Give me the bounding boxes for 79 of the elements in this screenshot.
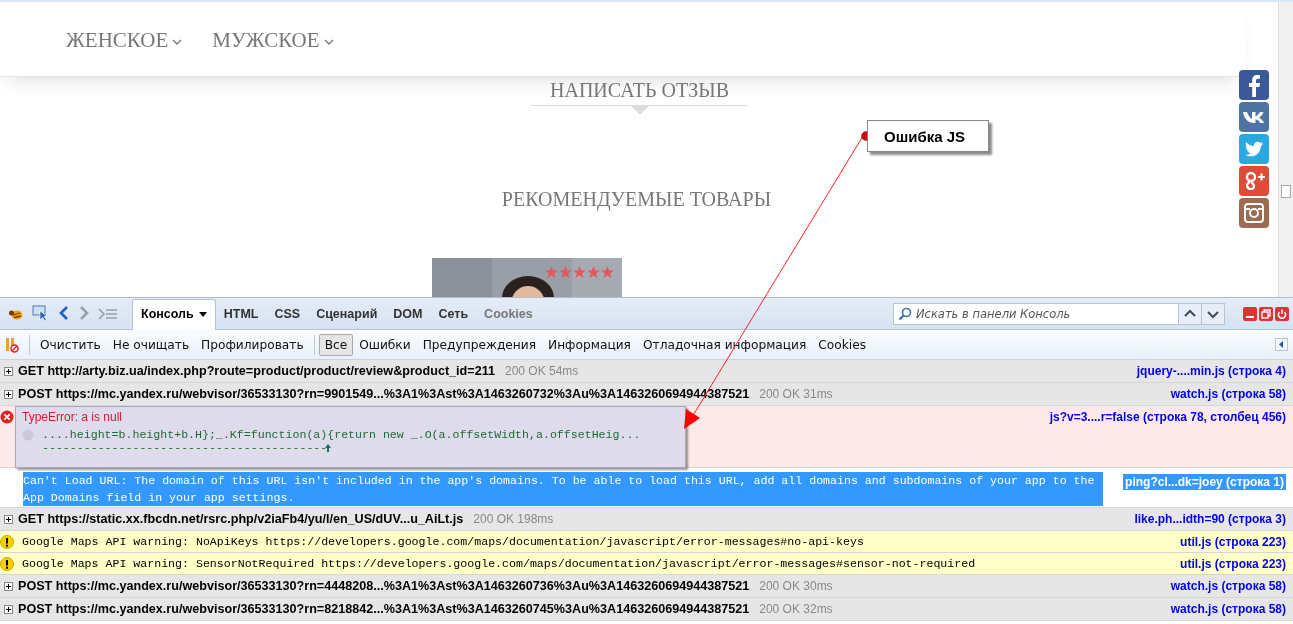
review-link[interactable]: НАПИСАТЬ ОТЗЫВ <box>531 79 748 106</box>
request-status: 200 OK 32ms <box>759 602 833 616</box>
request-status: 200 OK 31ms <box>759 387 833 401</box>
log-message: Can't Load URL: The domain of this URL isn't included in the app's domains. To be able to load this URL, add all domains and subdomains of your app to the App Domains field in your app settings. <box>23 472 1103 506</box>
filter-button[interactable]: Информация <box>542 333 637 356</box>
collapse-button[interactable] <box>1275 338 1288 351</box>
restore-button[interactable] <box>1259 306 1273 321</box>
toolbar-button[interactable]: Профилировать <box>195 333 310 356</box>
source-link[interactable]: js?v=3....r=false (строка 78, столбец 456) <box>1041 406 1293 424</box>
expand-icon[interactable] <box>4 366 13 376</box>
panel-tab[interactable]: Консоль <box>132 299 216 330</box>
previous-match-button[interactable] <box>1178 302 1202 325</box>
filter-button[interactable]: Ошибки <box>353 333 417 356</box>
error-message: TypeError: a is null <box>22 410 124 424</box>
source-link[interactable]: util.js (строка 223) <box>1172 531 1293 549</box>
warning-message: Google Maps API warning: SensorNotRequired https://developers.google.com/maps/documentation/javascript/error-messages#sensor-not-required <box>22 557 976 570</box>
star-icon <box>587 266 600 278</box>
caret-up-icon <box>324 442 333 453</box>
panel-tab[interactable]: CSS <box>266 300 309 329</box>
request-status: 200 OK 54ms <box>505 364 579 378</box>
power-close-button[interactable] <box>1275 306 1289 321</box>
expand-icon[interactable] <box>4 514 13 524</box>
error-marker: ----------------------------------------- <box>42 441 328 454</box>
twitter-bird-icon[interactable] <box>1239 134 1269 164</box>
camera-icon[interactable] <box>1239 198 1269 228</box>
warning-icon <box>0 534 14 549</box>
source-link[interactable]: watch.js (строка 58) <box>1162 575 1293 593</box>
star-icon <box>559 266 572 278</box>
source-link[interactable]: watch.js (строка 58) <box>1162 598 1293 616</box>
dropdown-caret-icon[interactable] <box>198 311 207 317</box>
request-status: 200 OK 30ms <box>759 579 833 593</box>
toolbar-button[interactable]: Не очищать <box>106 333 196 356</box>
scrollbar[interactable] <box>1278 2 1293 297</box>
google-plus-icon[interactable] <box>1239 166 1269 196</box>
inspect-cursor-icon[interactable] <box>32 305 50 321</box>
request-url[interactable]: POST https://mc.yandex.ru/webvisor/36533130?rn=8218842...%3A1%3Ast%3A1463260745%3Au%3A1463260694944387521 <box>18 602 750 616</box>
pointer-triangle-icon <box>630 106 649 115</box>
source-link[interactable]: jquery-....min.js (строка 4) <box>1128 360 1293 378</box>
request-url[interactable]: GET https://static.xx.fbcdn.net/rsrc.php/v2iaFb4/yu/l/en_US/dUV...u_AiLt.js <box>18 512 464 526</box>
search-field[interactable]: Искать в панели Консоль <box>893 302 1179 325</box>
source-link[interactable]: watch.js (строка 58) <box>1162 383 1293 401</box>
star-icon <box>573 266 586 278</box>
scrollbar-thumb[interactable] <box>1281 185 1291 198</box>
expand-icon[interactable] <box>4 604 13 614</box>
nav-menu-item[interactable]: ЖЕНСКОЕ <box>66 27 183 53</box>
star-icon <box>601 266 614 278</box>
request-status: 200 OK 198ms <box>473 512 554 526</box>
minimize-button[interactable] <box>1243 306 1257 321</box>
source-link[interactable]: like.ph...idth=90 (строка 3) <box>1126 508 1293 526</box>
request-url[interactable]: POST https://mc.yandex.ru/webvisor/36533130?rn=9901549...%3A1%3Ast%3A1463260732%3Au%3A1463260694944387521 <box>18 387 750 401</box>
filter-button[interactable]: Cookies <box>812 333 873 356</box>
pause-icon[interactable] <box>5 336 19 353</box>
panel-tab[interactable]: DOM <box>385 300 431 329</box>
search-icon <box>898 306 912 321</box>
source-link[interactable]: util.js (строка 223) <box>1172 553 1293 571</box>
filter-button[interactable]: Отладочная информация <box>636 333 813 356</box>
warning-message: Google Maps API warning: NoApiKeys https://developers.google.com/maps/documentation/javascript/error-messages#no-api-keys <box>22 535 864 548</box>
chevron-down-icon <box>172 38 183 45</box>
filter-button[interactable]: Предупреждения <box>416 333 543 356</box>
star-icon <box>545 266 558 278</box>
code-snippet: ....height=b.height+b.H};_.Kf=function(a){return new _.O(a.offsetWidth,a.offsetHeig... <box>42 428 641 441</box>
request-url[interactable]: POST https://mc.yandex.ru/webvisor/36533130?rn=4448208...%3A1%3Ast%3A1463260736%3Au%3A1463260694944387521 <box>18 579 750 593</box>
warning-icon <box>0 556 14 571</box>
toolbar-button[interactable]: Очистить <box>34 333 107 356</box>
request-url[interactable]: GET http://arty.biz.ua/index.php?route=product/product/review&product_id=211 <box>18 364 495 378</box>
expand-icon[interactable] <box>4 389 13 399</box>
panel-tab[interactable]: HTML <box>215 300 267 329</box>
annotation-label: Ошибка JS <box>867 120 989 152</box>
filter-button[interactable]: Все <box>318 333 354 356</box>
next-match-button[interactable] <box>1201 302 1225 325</box>
vk-icon[interactable] <box>1239 102 1269 132</box>
panel-tab[interactable]: Сеть <box>430 300 477 329</box>
facebook-icon[interactable] <box>1239 70 1269 100</box>
chevron-down-icon <box>323 38 334 45</box>
nav-menu-item[interactable]: МУЖСКОЕ <box>212 27 334 53</box>
panel-tab[interactable]: Сценарий <box>308 300 386 329</box>
expand-icon[interactable] <box>4 581 13 591</box>
error-icon <box>0 410 14 424</box>
section-title: РЕКОМЕНДУЕМЫЕ ТОВАРЫ <box>500 188 773 211</box>
